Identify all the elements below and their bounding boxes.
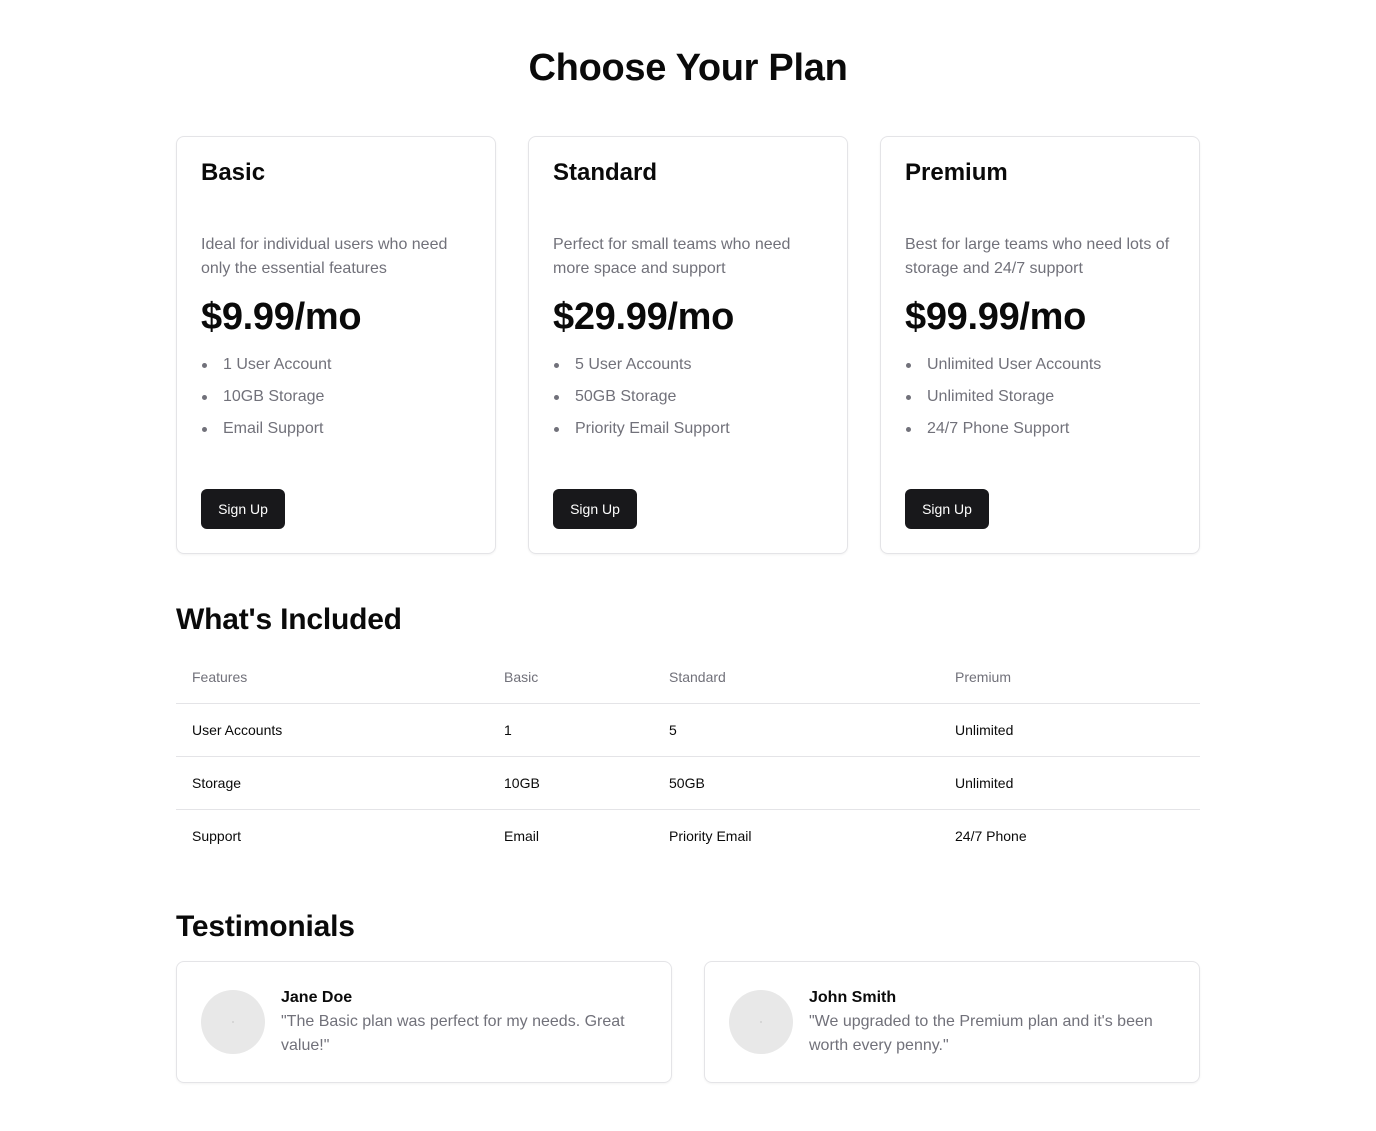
plan-feature-item: 50GB Storage [553, 381, 730, 413]
plan-feature-item: 24/7 Phone Support [905, 413, 1101, 445]
table-cell-standard: Priority Email [669, 827, 752, 844]
plan-description: Best for large teams who need lots of st… [905, 236, 1170, 277]
table-cell-premium: Unlimited [939, 703, 1200, 757]
plan-price: $9.99/mo [201, 296, 362, 338]
plan-feature-list: Unlimited User Accounts Unlimited Storag… [905, 349, 1101, 445]
plan-description: Perfect for small teams who need more sp… [553, 236, 791, 277]
table-row: User Accounts 1 5 Unlimited [176, 703, 1200, 757]
column-header-basic: Basic [488, 652, 653, 704]
plan-feature-item: Priority Email Support [553, 413, 730, 445]
plan-card-basic: Basic Ideal for individual users who nee… [176, 136, 496, 554]
page-title: Choose Your Plan [528, 47, 848, 89]
table-cell-basic: 1 [488, 703, 653, 757]
table-cell-basic: 10GB [488, 756, 653, 810]
testimonial-quote: "The Basic plan was perfect for my needs… [281, 1013, 625, 1054]
plan-name: Premium [905, 159, 1008, 186]
table-row: Storage 10GB 50GB Unlimited [176, 756, 1200, 810]
plan-feature-item: 5 User Accounts [553, 349, 730, 381]
plan-feature-list: 5 User Accounts 50GB Storage Priority Em… [553, 349, 730, 445]
testimonial-card: John Smith "We upgraded to the Premium p… [704, 961, 1200, 1083]
plan-feature-list: 1 User Account 10GB Storage Email Suppor… [201, 349, 332, 445]
testimonial-card: Jane Doe "The Basic plan was perfect for… [176, 961, 672, 1083]
testimonials-list: Jane Doe "The Basic plan was perfect for… [176, 961, 1200, 1083]
table-cell-premium: Unlimited [939, 756, 1200, 810]
testimonial-author: John Smith [809, 989, 897, 1006]
plan-feature-item: 1 User Account [201, 349, 332, 381]
table-cell-feature: Storage [176, 756, 488, 810]
plan-description: Ideal for individual users who need only… [201, 236, 448, 277]
testimonial-author: Jane Doe [281, 989, 353, 1006]
plan-feature-item: Unlimited User Accounts [905, 349, 1101, 381]
plan-price: $29.99/mo [553, 296, 735, 338]
plan-price: $99.99/mo [905, 296, 1087, 338]
signup-button-basic[interactable]: Sign Up [201, 489, 285, 529]
avatar [729, 990, 793, 1054]
plan-name: Basic [201, 159, 266, 186]
table-cell-basic: Email [504, 827, 540, 844]
table-cell-feature: Support [192, 827, 242, 844]
pricing-plans: Basic Ideal for individual users who nee… [176, 136, 1200, 554]
column-header-premium: Premium [939, 652, 1200, 704]
testimonial-quote: "We upgraded to the Premium plan and it'… [809, 1013, 1153, 1054]
testimonials-title: Testimonials [176, 910, 355, 943]
table-header-row: Features Basic Standard Premium [176, 652, 1200, 704]
column-header-standard: Standard [653, 652, 939, 704]
table-row: Support Email Priority Email 24/7 Phone [176, 809, 1200, 862]
table-cell-standard: 50GB [653, 756, 939, 810]
whats-included-title: What's Included [176, 603, 402, 636]
plan-feature-item: 10GB Storage [201, 381, 332, 413]
plan-feature-item: Unlimited Storage [905, 381, 1101, 413]
signup-button-premium[interactable]: Sign Up [905, 489, 989, 529]
avatar [201, 990, 265, 1054]
column-header-features: Features [176, 652, 488, 704]
table-cell-feature: User Accounts [176, 703, 488, 757]
plan-card-standard: Standard Perfect for small teams who nee… [528, 136, 848, 554]
table-cell-premium: 24/7 Phone [955, 827, 1027, 844]
feature-comparison-table: Features Basic Standard Premium User Acc… [176, 652, 1200, 862]
plan-card-premium: Premium Best for large teams who need lo… [880, 136, 1200, 554]
table-cell-standard: 5 [653, 703, 939, 757]
plan-name: Standard [553, 159, 658, 186]
plan-feature-item: Email Support [201, 413, 332, 445]
signup-button-standard[interactable]: Sign Up [553, 489, 637, 529]
